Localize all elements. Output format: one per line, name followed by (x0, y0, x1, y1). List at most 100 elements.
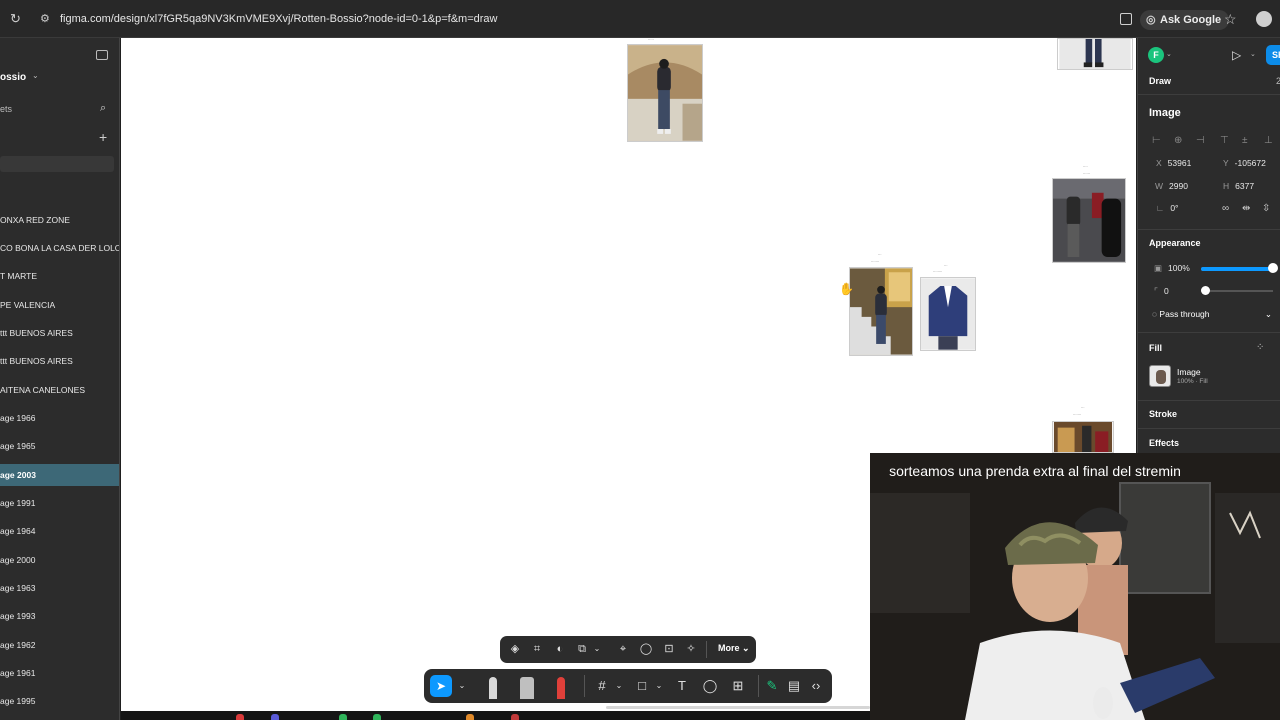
app-icon[interactable] (373, 714, 381, 720)
ai-edit-icon[interactable]: ✧ (684, 642, 698, 656)
layer-item[interactable]: age 1991 (0, 492, 119, 514)
crop-icon[interactable]: ⌖ (616, 642, 630, 656)
fill-type[interactable]: Image (1177, 367, 1201, 377)
search-icon[interactable]: ⌕ (100, 102, 106, 115)
more-button[interactable]: More ⌄ (718, 643, 750, 654)
mask-icon[interactable]: ◐ (553, 642, 567, 656)
bookmark-star-icon[interactable]: ☆ (1224, 11, 1237, 28)
move-tool-icon[interactable]: ➤ (430, 675, 452, 697)
canvas-image[interactable] (1052, 178, 1126, 263)
horizontal-scrollbar[interactable] (606, 706, 870, 709)
text-tool-icon[interactable]: T (674, 678, 690, 694)
ask-google-button[interactable]: ◎ Ask Google (1140, 10, 1230, 30)
chevron-down-icon[interactable]: ⌄ (1166, 50, 1172, 58)
canvas-image[interactable] (1057, 38, 1133, 70)
present-icon[interactable]: ▷ (1232, 48, 1241, 62)
opacity-slider[interactable] (1201, 263, 1278, 273)
crayon-tool-icon[interactable] (554, 673, 568, 699)
chevron-down-icon[interactable]: ⌄ (590, 642, 604, 656)
align-left-icon[interactable]: ⊢ (1152, 135, 1161, 146)
boolean-icon[interactable]: ⧉ (575, 642, 589, 656)
flip-vertical-icon[interactable]: ⇳ (1262, 203, 1270, 214)
page-item[interactable] (0, 156, 114, 172)
align-right-icon[interactable]: ⊣ (1196, 135, 1205, 146)
layer-item[interactable]: age 1965 (0, 435, 119, 457)
align-top-icon[interactable]: ⊤ (1220, 135, 1229, 146)
canvas-image[interactable] (849, 267, 913, 356)
reload-icon[interactable]: ↻ (10, 12, 24, 26)
y-field[interactable]: Y -105672 (1223, 154, 1266, 172)
blend-mode-select[interactable]: ◌ Pass through ⌄ (1152, 305, 1272, 323)
layer-item[interactable]: ttt BUENOS AIRES (0, 322, 119, 344)
corner-radius-field[interactable]: ⌜ 0 (1154, 282, 1169, 300)
frame-tool-icon[interactable]: # (594, 678, 610, 694)
layer-item[interactable]: AITENA CANELONES (0, 379, 119, 401)
assets-tab[interactable]: ets (0, 104, 12, 114)
zoom-value[interactable]: 2 (1276, 76, 1280, 86)
chevron-down-icon[interactable]: ⌄ (454, 678, 470, 694)
align-bottom-icon[interactable]: ⊥ (1264, 135, 1273, 146)
resources-tool-icon[interactable]: ⊞ (730, 678, 746, 694)
width-field[interactable]: W 2990 (1155, 177, 1188, 195)
layer-item[interactable]: ONXA RED ZONE (0, 209, 119, 231)
flip-horizontal-icon[interactable]: ⇹ (1242, 203, 1250, 214)
project-name[interactable]: ossio (0, 72, 26, 83)
height-field[interactable]: H 6377 (1223, 177, 1254, 195)
constrain-icon[interactable]: ∞ (1222, 203, 1229, 214)
opacity-field[interactable]: ▣ 100% (1154, 259, 1190, 277)
layer-item[interactable]: age 1964 (0, 520, 119, 542)
image-edit-icon[interactable]: ⊡ (662, 642, 676, 656)
layer-item[interactable]: age 1993 (0, 605, 119, 627)
sidebar-toggle-icon[interactable] (96, 50, 108, 60)
canvas-image[interactable] (1052, 421, 1114, 453)
app-icon[interactable] (339, 714, 347, 720)
component-icon[interactable]: ◈ (508, 642, 522, 656)
draw-mode-icon[interactable]: ✎ (764, 678, 780, 694)
styles-grid-icon[interactable]: ⁘ (1256, 342, 1264, 353)
opacity-slider-knob[interactable] (1268, 263, 1278, 273)
align-center-icon[interactable]: ⊕ (1174, 135, 1182, 146)
share-button[interactable]: Sh (1266, 45, 1280, 65)
lasso-icon[interactable]: ◯ (639, 642, 653, 656)
corner-radius-knob[interactable] (1201, 286, 1210, 295)
app-icon[interactable] (236, 714, 244, 720)
layer-item[interactable]: age 1961 (0, 662, 119, 684)
rectangle-tool-icon[interactable]: □ (634, 678, 650, 694)
app-icon[interactable] (511, 714, 519, 720)
rotation-field[interactable]: ∟ 0° (1156, 199, 1178, 217)
app-icon[interactable] (466, 714, 474, 720)
site-info-icon[interactable]: ⚙ (40, 13, 52, 25)
align-middle-icon[interactable]: ± (1242, 135, 1248, 146)
canvas-image[interactable] (627, 44, 703, 142)
comment-tool-icon[interactable]: ◯ (702, 678, 718, 694)
chevron-down-icon[interactable]: ⌄ (32, 71, 39, 80)
chevron-down-icon[interactable]: ⌄ (651, 678, 667, 694)
corner-radius-slider[interactable] (1201, 286, 1273, 295)
address-bar[interactable]: figma.com/design/xl7fGR5qa9NV3KmVME9Xvj/… (60, 13, 497, 25)
dev-mode-icon[interactable]: ‹› (808, 678, 824, 694)
layer-item[interactable]: ttt BUENOS AIRES (0, 350, 119, 372)
layer-item-selected[interactable]: age 2003 (0, 464, 119, 486)
layer-item[interactable]: PE VALENCIA (0, 294, 119, 316)
layer-item[interactable]: age 2000 (0, 549, 119, 571)
app-icon[interactable] (271, 714, 279, 720)
pen-tool-icon[interactable] (486, 673, 500, 699)
tab-search-icon[interactable] (1120, 13, 1132, 25)
layer-item[interactable]: CO BONA LA CASA DER LOLO M (0, 237, 119, 259)
layer-item[interactable]: age 1963 (0, 577, 119, 599)
x-field[interactable]: X 53961 (1156, 154, 1191, 172)
canvas-image[interactable] (920, 277, 976, 351)
chevron-down-icon[interactable]: ⌄ (611, 678, 627, 694)
add-page-icon[interactable]: + (99, 129, 107, 145)
chevron-down-icon[interactable]: ⌄ (1250, 50, 1256, 58)
frame-icon[interactable]: ⌗ (530, 642, 544, 656)
user-avatar[interactable]: F (1148, 47, 1164, 63)
layer-item[interactable]: age 1966 (0, 407, 119, 429)
layer-item[interactable]: T MARTE (0, 265, 119, 287)
layer-item[interactable]: age 1995 (0, 690, 119, 712)
marker-tool-icon[interactable] (520, 673, 534, 699)
profile-avatar[interactable] (1256, 11, 1272, 27)
layer-item[interactable]: age 1962 (0, 634, 119, 656)
design-mode-icon[interactable]: ▤ (786, 678, 802, 694)
fill-image-thumbnail[interactable] (1149, 365, 1171, 387)
